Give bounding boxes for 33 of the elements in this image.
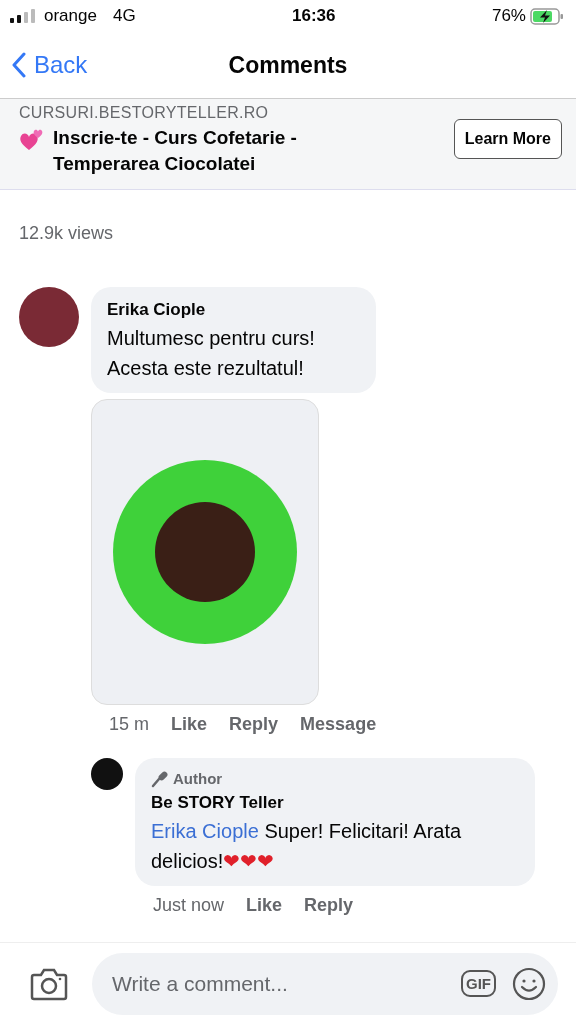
chevron-left-icon bbox=[12, 52, 26, 78]
emoji-icon[interactable] bbox=[512, 966, 546, 1001]
microphone-icon bbox=[151, 769, 169, 788]
comment-action[interactable]: Reply bbox=[229, 710, 279, 738]
ad-domain: CURSURI.BESTORYTELLER.RO bbox=[19, 103, 270, 123]
comment-input[interactable]: Write a comment... GIF bbox=[92, 952, 558, 1015]
learn-more-button[interactable]: Learn More bbox=[453, 119, 562, 159]
comment-action[interactable]: Message bbox=[300, 710, 377, 738]
comment-action[interactable]: Like bbox=[171, 710, 208, 738]
comment-action[interactable]: Reply bbox=[304, 891, 354, 919]
comment-time: 15 m bbox=[109, 712, 150, 736]
mention-link[interactable]: Erika Ciople bbox=[151, 819, 259, 842]
page-title: Comments bbox=[228, 50, 348, 80]
comment-author: Erika Ciople bbox=[107, 299, 207, 321]
comment-text: Erika Ciople Super! Felicitari! Arata delicios!❤❤❤ bbox=[151, 818, 463, 874]
ad-title: Inscrie-te - Curs Cofetarie - Temperarea Ciocolatei bbox=[53, 126, 298, 176]
signal-icon bbox=[10, 9, 36, 23]
comment-text: Multumesc pentru curs! Acesta este rezultatul! bbox=[107, 325, 316, 381]
back-button[interactable]: Back bbox=[0, 47, 88, 83]
comment-author: Be STORY Teller bbox=[151, 792, 285, 814]
battery-charging-icon bbox=[530, 7, 564, 25]
avatar-placeholder bbox=[19, 287, 79, 347]
gif-button[interactable]: GIF bbox=[461, 970, 496, 997]
author-label: Author bbox=[173, 768, 223, 789]
view-count: 12.9k views bbox=[18, 222, 115, 245]
logo-avatar bbox=[91, 757, 123, 790]
comment-time: Just now bbox=[153, 893, 225, 917]
comment-action[interactable]: Like bbox=[246, 891, 283, 919]
clock-time: 16:36 bbox=[292, 5, 336, 28]
carrier-name: orange bbox=[44, 5, 97, 28]
battery-percent: 76% bbox=[491, 5, 526, 28]
network-type: 4G bbox=[112, 5, 136, 28]
camera-icon[interactable] bbox=[30, 966, 68, 1001]
